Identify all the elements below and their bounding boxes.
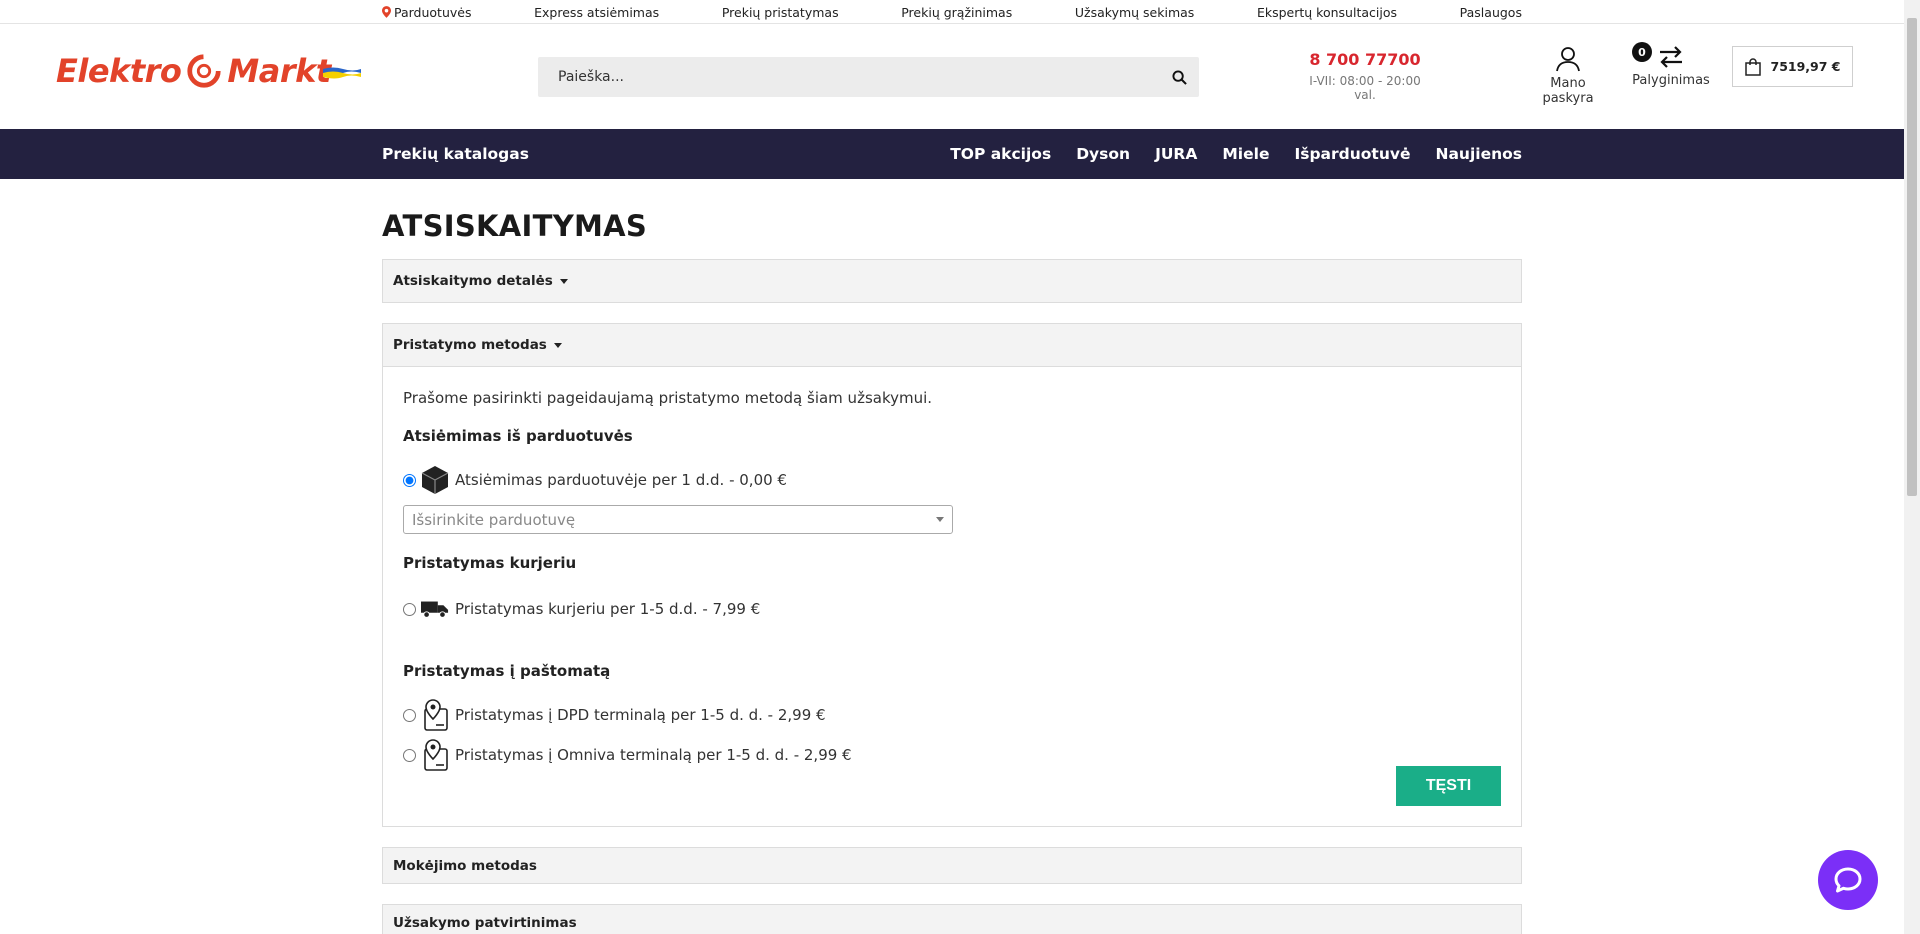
topbar-link-order-tracking[interactable]: Užsakymų sekimas <box>1075 5 1194 20</box>
delivery-intro-text: Prašome pasirinkti pageidaujamą pristaty… <box>403 389 933 407</box>
topbar-link-consultations[interactable]: Ekspertų konsultacijos <box>1257 5 1397 20</box>
nav-dyson[interactable]: Dyson <box>1076 145 1130 163</box>
omniva-radio[interactable] <box>403 748 416 762</box>
package-box-icon <box>421 465 449 495</box>
nav-outlet[interactable]: Išparduotuvė <box>1294 145 1410 163</box>
parcel-locker-pin-icon <box>421 699 449 731</box>
delivery-truck-icon <box>421 594 449 624</box>
logo-swirl-icon <box>187 54 221 88</box>
store-pickup-label: Atsiėmimas parduotuvėje per 1 d.d. - 0,0… <box>455 471 787 489</box>
topbar-link-delivery[interactable]: Prekių pristatymas <box>722 5 839 20</box>
omniva-label: Pristatymas į Omniva terminalą per 1-5 d… <box>455 746 852 764</box>
caret-down-icon <box>553 342 562 348</box>
compare-label: Palyginimas <box>1632 73 1710 88</box>
account-button[interactable]: Mano paskyra <box>1525 46 1611 106</box>
topbar-link-express[interactable]: Express atsiėmimas <box>534 5 659 20</box>
continue-button[interactable]: TĘSTI <box>1396 766 1501 806</box>
store-select-placeholder: Išsirinkite parduotuvę <box>412 510 576 529</box>
nav-news[interactable]: Naujienos <box>1435 145 1522 163</box>
chat-button[interactable] <box>1818 850 1878 910</box>
top-links: Parduotuvės Express atsiėmimas Prekių pr… <box>382 0 1522 24</box>
delivery-method-panel: Pristatymo metodas Prašome pasirinkti pa… <box>382 323 1522 827</box>
chat-bubble-icon <box>1834 867 1862 893</box>
store-pickup-title: Atsiėmimas iš parduotuvės <box>403 427 633 445</box>
order-confirmation-panel: Užsakymo patvirtinimas <box>382 904 1522 934</box>
delivery-method-header[interactable]: Pristatymo metodas <box>383 324 1521 366</box>
store-select-dropdown[interactable]: Išsirinkite parduotuvę <box>403 505 953 534</box>
scrollbar-thumb[interactable] <box>1907 18 1917 496</box>
dpd-radio[interactable] <box>403 708 416 722</box>
parcel-locker-title: Pristatymas į paštomatą <box>403 662 611 680</box>
shopping-bag-icon <box>1744 57 1761 76</box>
billing-details-header[interactable]: Atsiskaitymo detalės <box>383 260 1521 302</box>
checkout-main: ATSISKAITYMAS Atsiskaitymo detalės Prist… <box>382 179 1522 934</box>
topbar-link-services[interactable]: Paslaugos <box>1460 5 1522 20</box>
order-confirmation-label: Užsakymo patvirtinimas <box>393 914 577 931</box>
contact-phone: 8 700 77700 I-VII: 08:00 - 20:00 val. <box>1300 50 1430 102</box>
account-label: Mano paskyra <box>1542 76 1594 106</box>
search-icon <box>1171 69 1187 85</box>
search-input[interactable] <box>538 57 1159 97</box>
order-confirmation-header[interactable]: Užsakymo patvirtinimas <box>383 905 1521 934</box>
dpd-option[interactable]: Pristatymas į DPD terminalą per 1-5 d. d… <box>403 699 1501 731</box>
courier-label: Pristatymas kurjeriu per 1-5 d.d. - 7,99… <box>455 600 761 618</box>
store-pickup-radio[interactable] <box>403 473 416 487</box>
dpd-label: Pristatymas į DPD terminalą per 1-5 d. d… <box>455 706 826 724</box>
courier-option[interactable]: Pristatymas kurjeriu per 1-5 d.d. - 7,99… <box>403 594 1501 624</box>
topbar-link-returns[interactable]: Prekių grąžinimas <box>901 5 1012 20</box>
nav-miele[interactable]: Miele <box>1222 145 1269 163</box>
nav-jura[interactable]: JURA <box>1155 145 1197 163</box>
phone-number[interactable]: 8 700 77700 <box>1300 50 1430 69</box>
ukraine-flag-icon <box>322 67 361 79</box>
location-pin-icon <box>382 6 391 18</box>
user-icon <box>1556 47 1580 72</box>
site-logo[interactable]: Elektro Markt <box>56 52 361 90</box>
nav-product-catalog[interactable]: Prekių katalogas <box>382 145 529 163</box>
parcel-locker-pin-icon <box>421 739 449 771</box>
site-header: Elektro Markt 8 700 77700 I-VII: 08:00 -… <box>0 24 1920 128</box>
billing-details-label: Atsiskaitymo detalės <box>393 273 553 289</box>
topbar-link-label: Parduotuvės <box>394 4 472 20</box>
topbar-link-stores[interactable]: Parduotuvės <box>382 5 471 20</box>
cart-total: 7519,97 € <box>1770 59 1841 74</box>
search-bar <box>538 57 1199 97</box>
compare-arrows-icon <box>1660 46 1682 68</box>
page-scrollbar[interactable] <box>1904 0 1920 934</box>
billing-details-panel: Atsiskaitymo detalės <box>382 259 1522 303</box>
payment-method-label: Mokėjimo metodas <box>393 857 537 874</box>
payment-method-header[interactable]: Mokėjimo metodas <box>383 848 1521 883</box>
caret-down-icon <box>559 278 568 284</box>
cart-button[interactable]: 7519,97 € <box>1732 46 1853 87</box>
courier-radio[interactable] <box>403 602 416 616</box>
nav-top-deals[interactable]: TOP akcijos <box>950 145 1051 163</box>
working-hours: I-VII: 08:00 - 20:00 val. <box>1309 74 1421 102</box>
compare-button[interactable]: 0 Palyginimas <box>1632 42 1710 88</box>
compare-count-badge: 0 <box>1632 42 1652 62</box>
store-pickup-option[interactable]: Atsiėmimas parduotuvėje per 1 d.d. - 0,0… <box>403 465 1501 495</box>
logo-text-left: Elektro <box>56 52 182 90</box>
main-navigation: Prekių katalogas TOP akcijos Dyson JURA … <box>0 129 1904 179</box>
chevron-down-icon <box>936 517 944 522</box>
delivery-method-label: Pristatymo metodas <box>393 337 547 353</box>
payment-method-panel: Mokėjimo metodas <box>382 847 1522 884</box>
courier-title: Pristatymas kurjeriu <box>403 554 577 572</box>
logo-text-right: Markt <box>227 52 331 90</box>
nav-links: TOP akcijos Dyson JURA Miele Išparduotuv… <box>950 145 1522 163</box>
search-button[interactable] <box>1159 57 1199 97</box>
page-title: ATSISKAITYMAS <box>382 209 648 243</box>
omniva-option[interactable]: Pristatymas į Omniva terminalą per 1-5 d… <box>403 739 1501 771</box>
top-utility-bar: Parduotuvės Express atsiėmimas Prekių pr… <box>0 0 1920 24</box>
delivery-method-body: Prašome pasirinkti pageidaujamą pristaty… <box>383 366 1521 826</box>
